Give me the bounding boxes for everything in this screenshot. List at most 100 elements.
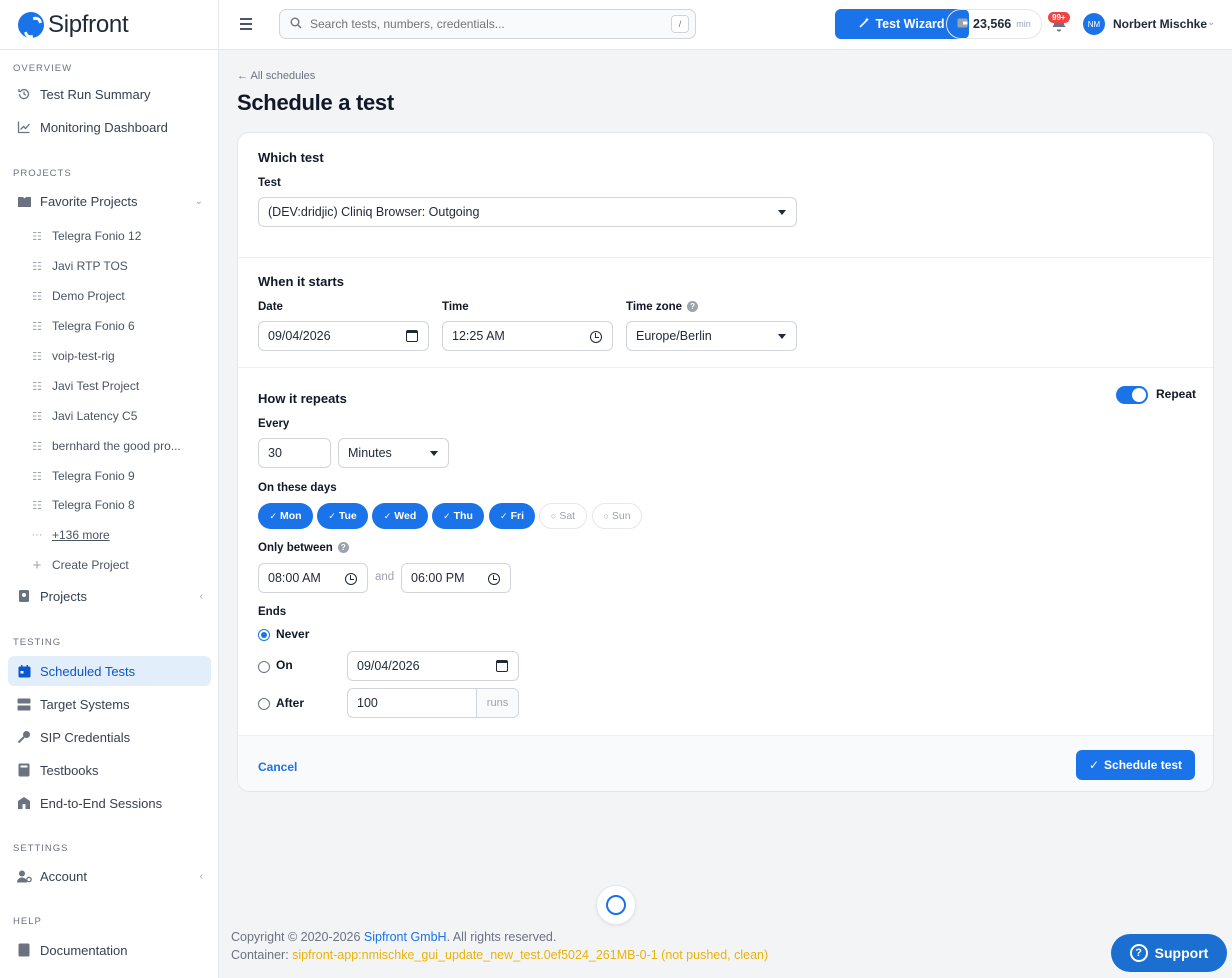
sidebar-item-account[interactable]: Account ‹ <box>8 861 211 891</box>
schedule-test-label: Schedule test <box>1104 758 1183 772</box>
support-button[interactable]: ? Support <box>1111 934 1227 972</box>
day-chip-label: Tue <box>338 510 357 522</box>
sidebar-item-label: Favorite Projects <box>40 193 138 209</box>
project-item[interactable]: ☷ Telegra Fonio 12 <box>30 223 210 249</box>
ends-on-label[interactable]: On <box>276 658 293 672</box>
check-icon: ✓ <box>443 510 451 521</box>
day-chip-wed[interactable]: ✓ Wed <box>372 503 428 529</box>
project-item-label: Demo Project <box>52 289 125 303</box>
test-select-value: (DEV:dridjic) Cliniq Browser: Outgoing <box>268 205 480 219</box>
list-check-icon: ☷ <box>32 290 42 303</box>
search-bar[interactable]: / <box>279 9 696 39</box>
how-repeats-title: How it repeats <box>258 391 347 406</box>
chevron-left-icon: ‹ <box>199 870 203 882</box>
start-date-value: 09/04/2026 <box>268 329 331 343</box>
menu-toggle-icon[interactable] <box>237 15 255 33</box>
back-link-label: All schedules <box>250 70 316 82</box>
repeat-toggle[interactable] <box>1116 386 1148 404</box>
project-item[interactable]: ☷ Javi RTP TOS <box>30 253 210 279</box>
support-label: Support <box>1154 945 1209 961</box>
start-time-input[interactable]: 12:25 AM <box>442 321 613 351</box>
project-item[interactable]: ☷ Javi Latency C5 <box>30 403 210 429</box>
section-label-settings: SETTINGS <box>13 843 69 854</box>
sidebar-item-documentation[interactable]: Documentation <box>8 935 211 965</box>
list-check-icon: ☷ <box>32 350 42 363</box>
sidebar-item-sip-credentials[interactable]: SIP Credentials <box>8 722 211 752</box>
copyright-suffix: . All rights reserved. <box>446 930 557 944</box>
schedule-test-button[interactable]: ✓ Schedule test <box>1076 750 1195 780</box>
copyright-brand-link[interactable]: Sipfront GmbH <box>364 930 447 944</box>
book-icon <box>16 762 32 778</box>
ends-after-label[interactable]: After <box>276 696 304 710</box>
project-item[interactable]: ☷ Demo Project <box>30 283 210 309</box>
user-name[interactable]: Norbert Mischke <box>1113 17 1207 31</box>
between-start-input[interactable]: 08:00 AM <box>258 563 368 593</box>
between-field-label: Only between? <box>258 542 349 554</box>
project-item[interactable]: ☷ Javi Test Project <box>30 373 210 399</box>
ends-never-radio[interactable] <box>258 629 270 641</box>
project-item[interactable]: ☷ Telegra Fonio 8 <box>30 492 210 518</box>
sidebar-item-projects[interactable]: Projects ‹ <box>8 581 211 611</box>
more-projects-link[interactable]: ··· +136 more <box>30 522 210 548</box>
timezone-select[interactable]: Europe/Berlin <box>626 321 797 351</box>
date-field-label: Date <box>258 301 283 313</box>
project-item[interactable]: ☷ bernhard the good pro... <box>30 433 210 459</box>
day-chip-thu[interactable]: ✓ Thu <box>432 503 484 529</box>
every-value-input[interactable]: 30 <box>258 438 331 468</box>
sidebar-item-test-run-summary[interactable]: Test Run Summary <box>8 79 211 109</box>
day-chip-sat[interactable]: ○ Sat <box>539 503 587 529</box>
sidebar-item-monitoring-dashboard[interactable]: Monitoring Dashboard <box>8 112 211 142</box>
sidebar-item-target-systems[interactable]: Target Systems <box>8 689 211 719</box>
list-check-icon: ☷ <box>32 440 42 453</box>
sidebar-item-testbooks[interactable]: Testbooks <box>8 755 211 785</box>
sipfront-logo-icon <box>18 11 44 38</box>
credits-balance[interactable]: 23,566 min <box>946 9 1042 39</box>
sidebar-item-scheduled-tests[interactable]: Scheduled Tests <box>8 656 211 686</box>
ends-after-radio[interactable] <box>258 698 270 710</box>
help-icon[interactable]: ? <box>337 542 349 554</box>
avatar[interactable]: NM <box>1083 13 1105 35</box>
create-project-link[interactable]: + Create Project <box>30 552 210 578</box>
plus-icon: + <box>32 556 42 574</box>
ends-after-runs-input[interactable]: 100 runs <box>347 688 519 718</box>
sidebar-item-favorite-projects[interactable]: Favorite Projects ⌄ <box>8 186 211 216</box>
caret-down-icon <box>430 451 438 456</box>
chevron-down-icon[interactable]: ⌄ <box>1207 17 1215 28</box>
ends-never-label[interactable]: Never <box>276 627 309 641</box>
ends-on-date-value: 09/04/2026 <box>357 659 420 673</box>
search-input[interactable] <box>310 17 670 31</box>
copyright-prefix: Copyright © 2020-2026 <box>231 930 364 944</box>
every-unit-select[interactable]: Minutes <box>338 438 449 468</box>
history-icon <box>16 86 32 102</box>
logo[interactable]: Sipfront <box>0 0 218 50</box>
project-item[interactable]: ☷ Telegra Fonio 6 <box>30 313 210 339</box>
sidebar-item-end-to-end-sessions[interactable]: End-to-End Sessions <box>8 788 211 818</box>
ends-after-value: 100 <box>357 696 378 710</box>
clipboard-icon <box>16 588 32 604</box>
project-item-label: Telegra Fonio 8 <box>52 498 135 512</box>
sidebar-item-label: Test Run Summary <box>40 86 151 102</box>
sidebar: Sipfront OVERVIEW Test Run Summary Monit… <box>0 0 219 978</box>
ends-on-date-input[interactable]: 09/04/2026 <box>347 651 519 681</box>
day-chip-fri[interactable]: ✓ Fri <box>489 503 535 529</box>
container-value: sipfront-app:nmischke_gui_update_new_tes… <box>292 948 769 962</box>
day-chip-label: Fri <box>510 510 524 522</box>
back-to-schedules-link[interactable]: ← All schedules <box>237 70 315 82</box>
day-chip-tue[interactable]: ✓ Tue <box>317 503 368 529</box>
runs-unit-addon: runs <box>476 689 518 717</box>
project-item-label: Javi Test Project <box>52 379 140 393</box>
day-chip-sun[interactable]: ○ Sun <box>592 503 642 529</box>
cancel-button[interactable]: Cancel <box>258 760 297 774</box>
project-item[interactable]: ☷ Telegra Fonio 9 <box>30 463 210 489</box>
ends-field-label: Ends <box>258 606 287 618</box>
timezone-field-label: Time zone? <box>626 301 699 313</box>
help-icon[interactable]: ? <box>687 301 699 313</box>
sidebar-item-label: End-to-End Sessions <box>40 795 163 811</box>
project-item[interactable]: ☷ voip-test-rig <box>30 343 210 369</box>
ends-on-radio[interactable] <box>258 661 270 673</box>
start-date-input[interactable]: 09/04/2026 <box>258 321 429 351</box>
day-chip-mon[interactable]: ✓ Mon <box>258 503 313 529</box>
key-icon <box>16 729 32 745</box>
between-end-input[interactable]: 06:00 PM <box>401 563 511 593</box>
test-select[interactable]: (DEV:dridjic) Cliniq Browser: Outgoing <box>258 197 797 227</box>
